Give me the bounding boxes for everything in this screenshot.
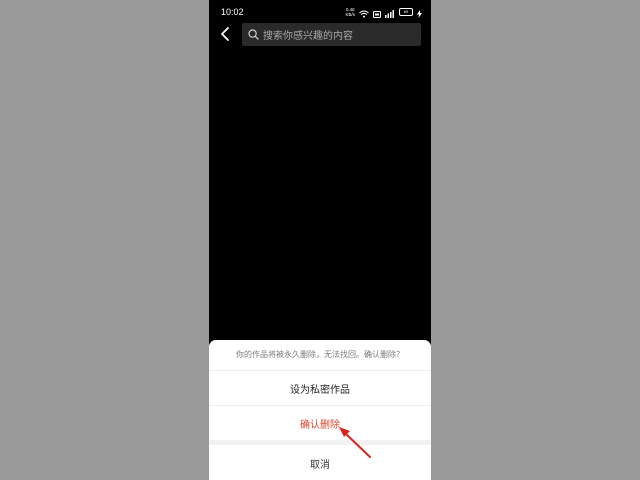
wifi-icon [359, 3, 369, 22]
network-speed-unit: KB/s [345, 12, 355, 17]
chevron-left-icon [220, 26, 230, 45]
confirm-delete-button[interactable]: 确认删除 [209, 406, 431, 440]
signal-icon [385, 3, 395, 22]
search-placeholder: 搜索你感兴趣的内容 [263, 31, 353, 42]
top-bar: 搜索你感兴趣的内容 [209, 22, 431, 48]
back-button[interactable] [217, 26, 233, 44]
action-sheet: 你的作品将被永久删除，无法找回。确认删除？ 设为私密作品 确认删除 取消 [209, 340, 431, 480]
battery-icon: 69 [399, 8, 413, 16]
sheet-separator [209, 440, 431, 445]
delete-warning-message: 你的作品将被永久删除，无法找回。确认删除？ [236, 350, 404, 359]
status-icons: 0.46 KB/s 69 [345, 6, 422, 18]
search-input[interactable]: 搜索你感兴趣的内容 [242, 23, 421, 46]
search-icon [248, 29, 259, 40]
status-time: 10:02 [221, 7, 244, 17]
cancel-button[interactable]: 取消 [209, 446, 431, 480]
status-bar: 10:02 0.46 KB/s 69 [209, 0, 431, 24]
charging-icon [417, 3, 422, 22]
set-private-button[interactable]: 设为私密作品 [209, 371, 431, 405]
network-speed: 0.46 KB/s [345, 7, 355, 17]
phone-screen: 10:02 0.46 KB/s 69 搜索你感兴趣的内容 你的作品将被永久删除，… [209, 0, 431, 480]
hd-icon [373, 3, 381, 22]
